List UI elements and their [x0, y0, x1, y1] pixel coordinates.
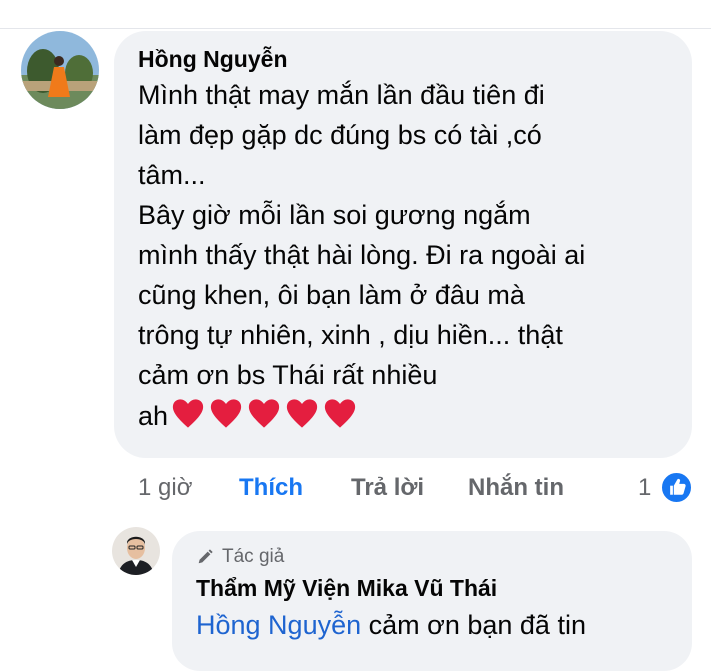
reply-button[interactable]: Trả lời: [351, 470, 424, 506]
top-divider: [0, 28, 711, 29]
heart-icon: [170, 395, 206, 431]
heart-icon: [284, 395, 320, 431]
reply-text: Hồng Nguyễn cảm ơn bạn đã tin: [196, 607, 668, 643]
author-badge: Tác giả: [196, 545, 668, 569]
reply-body: cảm ơn bạn đã tin: [361, 610, 586, 640]
reply-bubble: Tác giả Thẩm Mỹ Viện Mika Vũ Thái Hồng N…: [172, 531, 692, 671]
like-icon[interactable]: [660, 471, 693, 504]
commenter-avatar[interactable]: [21, 31, 99, 109]
heart-icon: [208, 395, 244, 431]
comment-timestamp[interactable]: 1 giờ: [138, 470, 192, 506]
heart-icon: [322, 395, 358, 431]
like-button[interactable]: Thích: [239, 470, 303, 506]
heart-icon: [246, 395, 282, 431]
pencil-icon: [196, 548, 214, 566]
comment-text: Mình thật may mắn lần đầu tiên đi làm đẹ…: [138, 75, 668, 436]
reply-author[interactable]: Thẩm Mỹ Viện Mika Vũ Thái: [196, 573, 668, 603]
comment-actions: 1 giờ Thích Trả lời Nhắn tin 1: [0, 470, 711, 506]
reaction-count[interactable]: 1: [638, 470, 651, 506]
comment-author[interactable]: Hồng Nguyễn: [138, 45, 668, 73]
message-button[interactable]: Nhắn tin: [468, 470, 564, 506]
comment-bubble: Hồng Nguyễn Mình thật may mắn lần đầu ti…: [114, 31, 692, 458]
mention-link[interactable]: Hồng Nguyễn: [196, 610, 361, 640]
heart-emojis: [170, 395, 358, 431]
author-badge-label: Tác giả: [222, 546, 285, 567]
comment-body: Mình thật may mắn lần đầu tiên đi làm đẹ…: [138, 80, 586, 431]
reply-avatar[interactable]: [112, 527, 160, 575]
